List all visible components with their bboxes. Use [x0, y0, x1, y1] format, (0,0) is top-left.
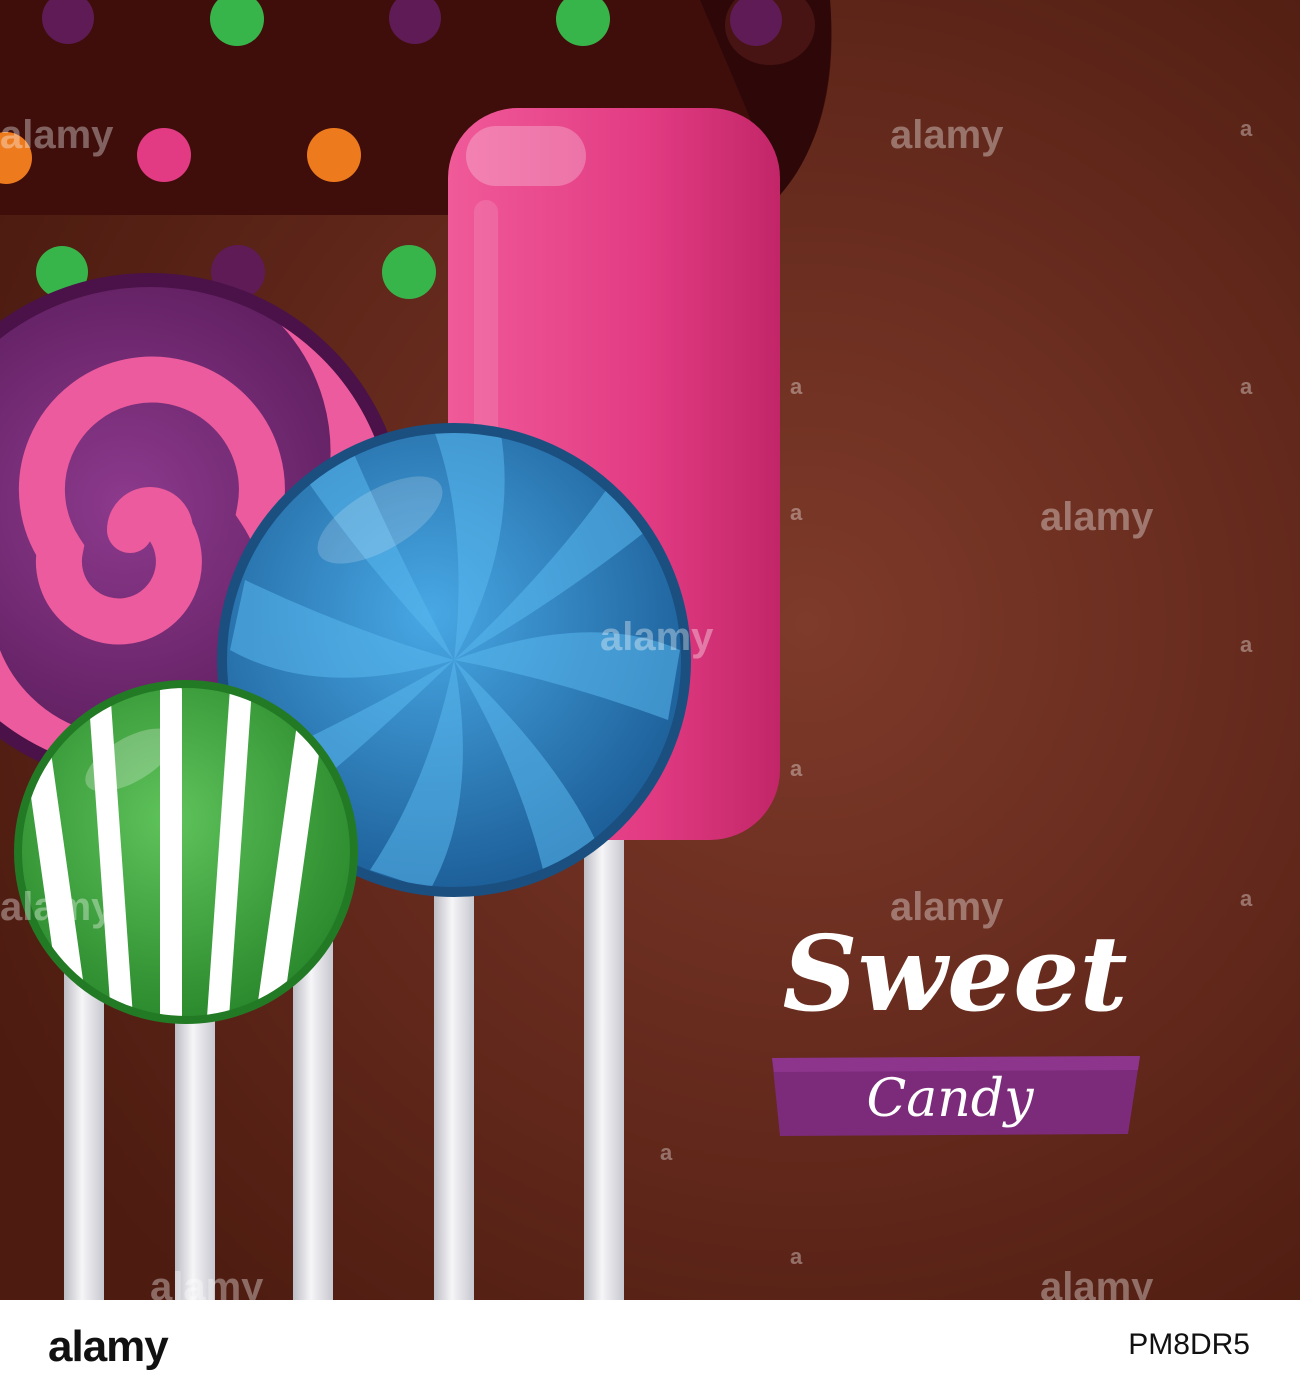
- svg-text:a: a: [790, 1244, 803, 1269]
- svg-text:a: a: [790, 374, 803, 399]
- watermark-text: alamy: [600, 615, 714, 659]
- svg-text:a: a: [1240, 374, 1253, 399]
- watermark-text: alamy: [890, 113, 1004, 157]
- svg-text:a: a: [1240, 632, 1253, 657]
- svg-text:a: a: [1240, 116, 1253, 141]
- watermark-text: alamy: [1040, 495, 1154, 539]
- stock-footer: alamy PM8DR5: [0, 1300, 1300, 1390]
- watermark-text: alamy: [0, 885, 114, 929]
- image-id: PM8DR5: [1128, 1328, 1250, 1361]
- headline-sweet: Sweet: [782, 912, 1127, 1035]
- alamy-logo: alamy: [48, 1322, 169, 1371]
- svg-text:a: a: [790, 500, 803, 525]
- watermark-text: alamy: [1040, 1265, 1154, 1300]
- svg-text:a: a: [790, 756, 803, 781]
- svg-text:a: a: [660, 1140, 673, 1165]
- svg-text:a: a: [1240, 886, 1253, 911]
- watermark-text: alamy: [890, 885, 1004, 929]
- watermark-text: alamy: [150, 1265, 264, 1300]
- ribbon-candy: Candy: [867, 1069, 1035, 1129]
- poster-canvas: Sweet Candy alamy alamy alamy alamy alam…: [0, 0, 1300, 1300]
- watermark-text: alamy: [0, 113, 114, 157]
